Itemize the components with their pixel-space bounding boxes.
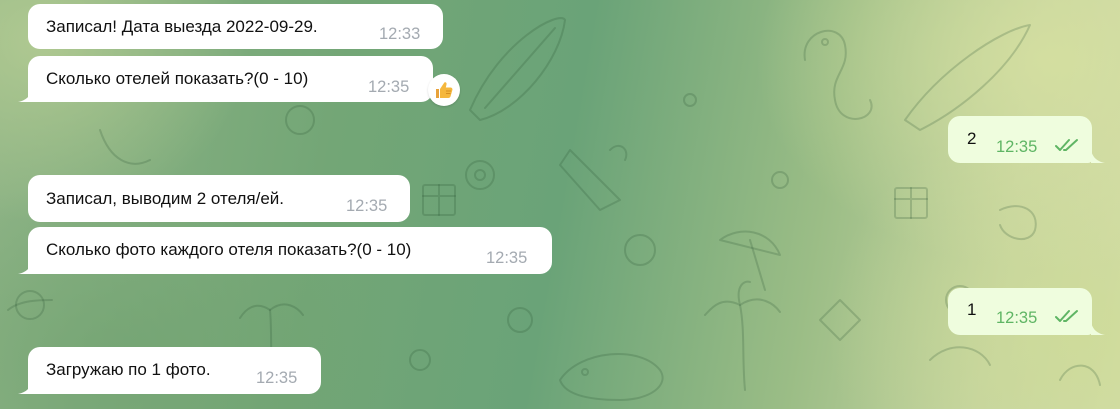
bubble-tail — [18, 258, 32, 274]
message-time: 12:35 — [996, 138, 1038, 156]
message-time: 12:33 — [379, 25, 421, 43]
message-bubble-incoming[interactable]: Сколько отелей показать?(0 - 10) 12:35 — [28, 56, 433, 102]
message-text: Записал, выводим 2 отеля/ей. — [46, 189, 285, 208]
bubble-tail — [18, 378, 32, 394]
message-time: 12:35 — [256, 369, 298, 387]
bubble-tail — [18, 86, 32, 102]
message-text: Сколько фото каждого отеля показать?(0 -… — [46, 240, 412, 259]
message-text: Сколько отелей показать?(0 - 10) — [46, 69, 309, 88]
message-bubble-outgoing[interactable]: 2 12:35 — [948, 116, 1092, 163]
message-text: Загружаю по 1 фото. — [46, 360, 211, 379]
read-checkmarks-icon — [1055, 139, 1078, 151]
message-bubble-incoming[interactable]: Записал, выводим 2 отеля/ей. 12:35 — [28, 175, 410, 222]
message-text: 1 — [967, 300, 977, 319]
message-time: 12:35 — [368, 78, 410, 96]
message-bubble-incoming[interactable]: Загружаю по 1 фото. 12:35 — [28, 347, 321, 394]
message-text: Записал! Дата выезда 2022-09-29. — [46, 17, 318, 36]
reaction-badge[interactable] — [428, 74, 460, 106]
message-text: 2 — [967, 129, 977, 148]
bubble-tail — [1091, 147, 1105, 163]
message-bubble-incoming[interactable]: Сколько фото каждого отеля показать?(0 -… — [28, 227, 552, 274]
chat-area[interactable]: Записал! Дата выезда 2022-09-29. 12:33 С… — [0, 0, 1120, 409]
message-bubble-outgoing[interactable]: 1 12:35 — [948, 288, 1092, 335]
message-time: 12:35 — [486, 249, 528, 267]
bubble-tail — [1091, 319, 1105, 335]
read-checkmarks-icon — [1055, 310, 1078, 322]
thumbs-up-icon — [436, 82, 453, 98]
message-bubble-incoming[interactable]: Записал! Дата выезда 2022-09-29. 12:33 — [28, 4, 443, 49]
message-time: 12:35 — [996, 309, 1038, 327]
message-time: 12:35 — [346, 197, 388, 215]
